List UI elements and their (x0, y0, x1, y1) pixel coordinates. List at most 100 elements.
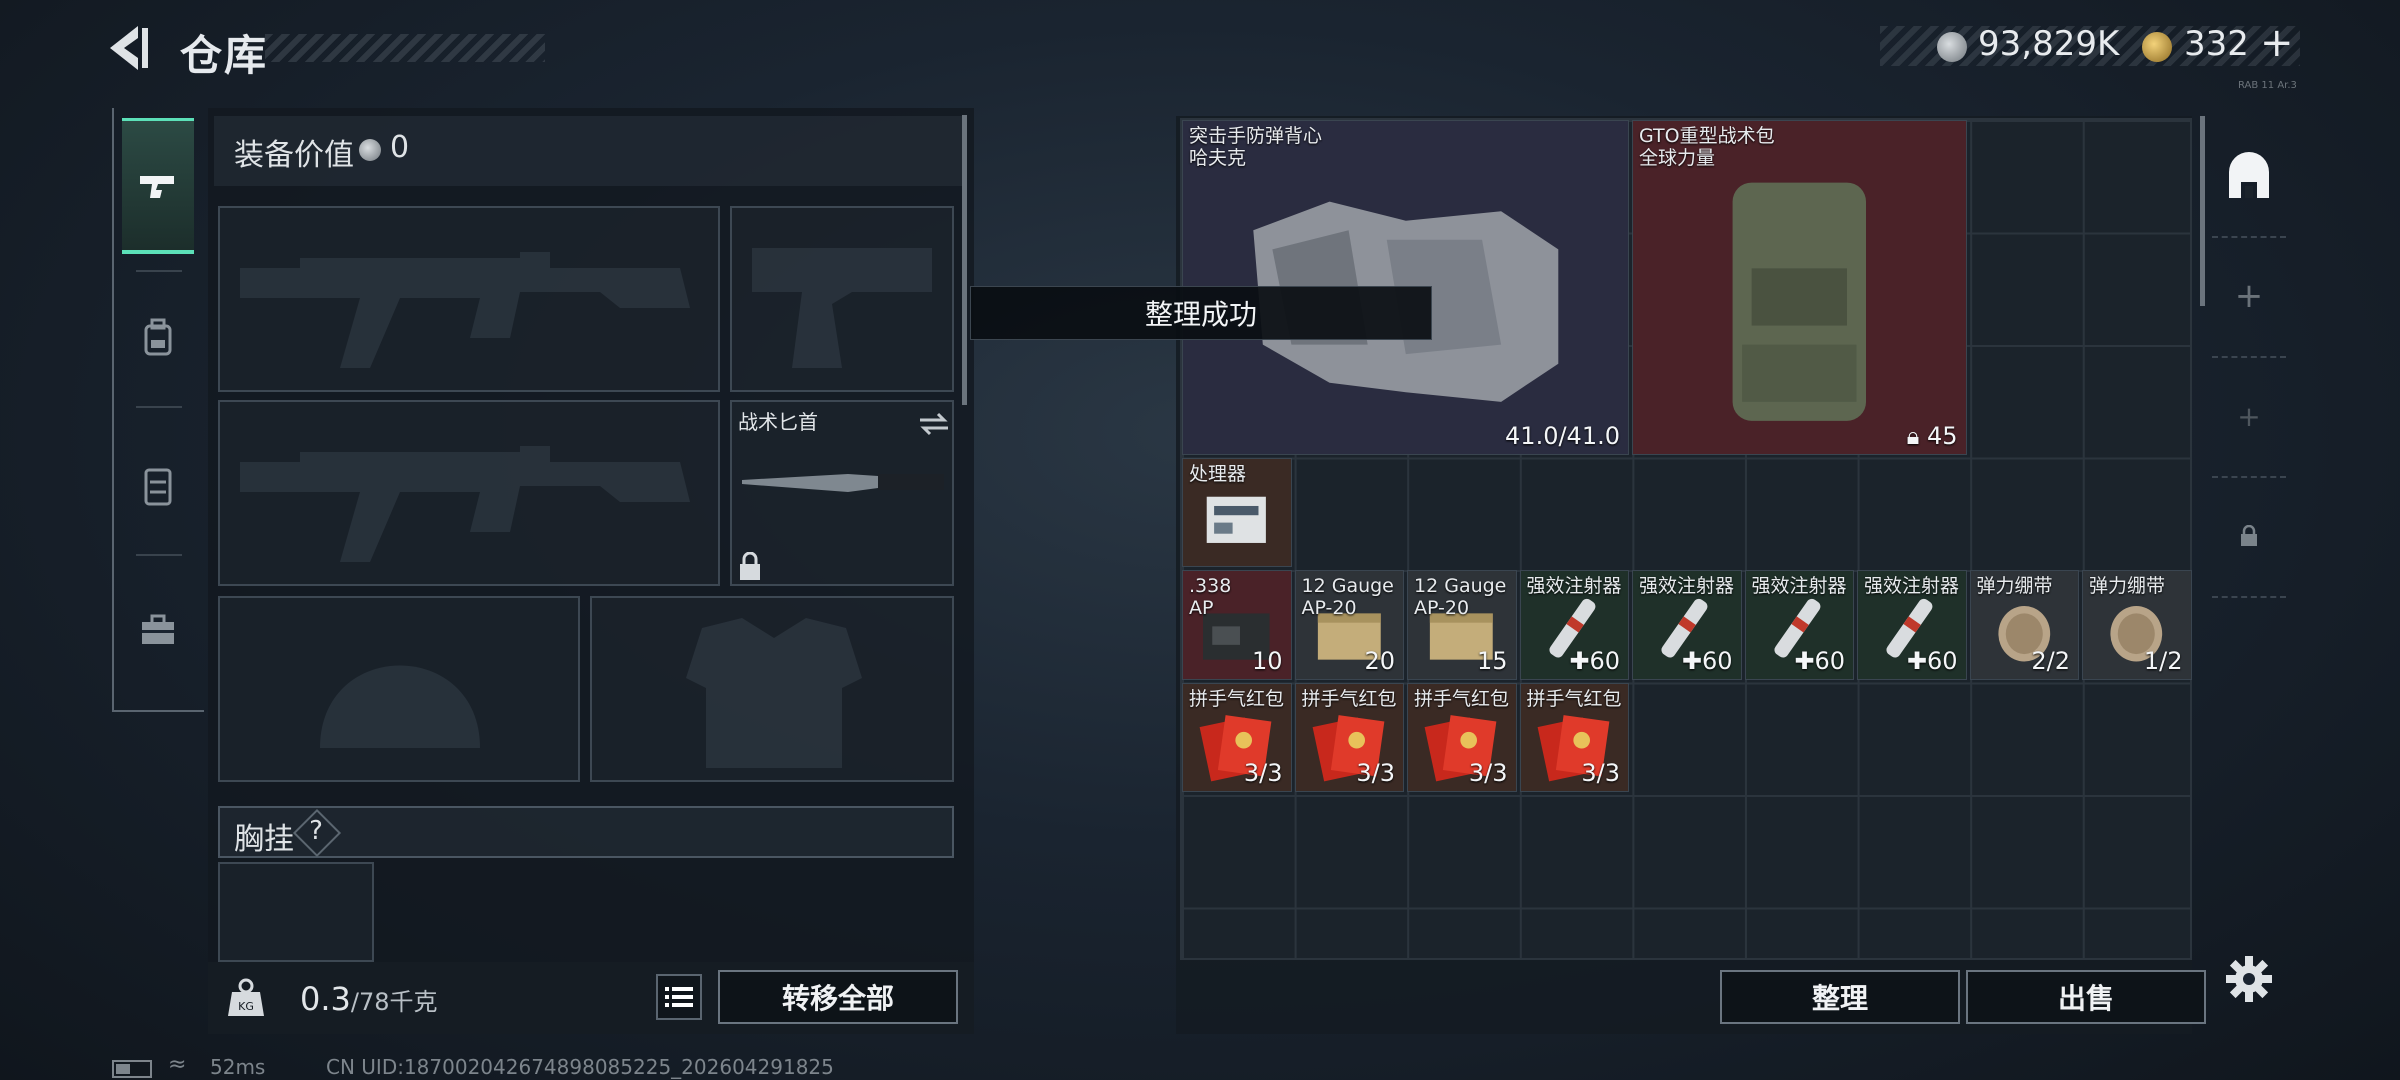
secondary-weapon-slot[interactable] (218, 400, 720, 586)
transfer-all-button[interactable]: 转移全部 (718, 970, 958, 1024)
item-count: 10 (1251, 646, 1283, 675)
item-count: 1/2 (2143, 646, 2183, 675)
armor-slot[interactable] (590, 596, 954, 782)
list-view-button[interactable] (656, 974, 702, 1020)
title-decoration (265, 34, 545, 62)
lock-icon (2241, 525, 2257, 546)
equipment-scrollbar[interactable] (962, 115, 967, 405)
item-count: 3/3 (1356, 759, 1395, 787)
gold-currency-value: 332 (2184, 24, 2249, 64)
rail-add-page-button[interactable]: + (2212, 246, 2286, 346)
item-count: 🔒︎ 45 (1906, 421, 1958, 450)
backpack-item[interactable]: GTO重型战术包 全球力量 🔒︎ 45 (1632, 120, 1967, 455)
vest-icon (144, 468, 172, 506)
add-currency-button[interactable]: + (2260, 20, 2294, 66)
ammo-crate-item[interactable]: 12 Gauge AP-20 20 (1294, 570, 1404, 680)
red-packet-item[interactable]: 拼手气红包 3/3 (1294, 682, 1404, 792)
item-name: 12 Gauge AP-20 (1414, 575, 1507, 619)
silver-currency-value: 93,829K (1978, 24, 2120, 64)
wifi-icon: ≈ (168, 1052, 187, 1077)
helmet-slot[interactable] (218, 596, 580, 782)
item-count: ✚60 (1794, 646, 1845, 675)
processor-item[interactable]: 处理器 (1182, 457, 1292, 567)
weight-max: /78千克 (350, 988, 438, 1016)
red-packet-item[interactable]: 拼手气红包 3/3 (1519, 682, 1629, 792)
rail-locked-page[interactable] (2212, 486, 2286, 586)
injector-item[interactable]: 强效注射器 ✚60 (1744, 570, 1854, 680)
melee-slot-title: 战术匕首 (738, 410, 818, 434)
chest-rig-label: 胸挂 (234, 822, 294, 857)
coin-icon (359, 139, 381, 161)
backpack-icon (1653, 154, 1946, 440)
rail-stash-home[interactable] (2212, 126, 2286, 226)
item-name: GTO重型战术包 全球力量 (1639, 125, 1775, 169)
item-name: 弹力绷带 (1976, 575, 2053, 597)
item-name: 强效注射器 (1864, 575, 1960, 597)
primary-weapon-slot[interactable] (218, 206, 720, 392)
injector-item[interactable]: 强效注射器 ✚60 (1632, 570, 1742, 680)
item-count: 2/2 (2031, 646, 2070, 675)
sidearm-slot[interactable] (730, 206, 954, 392)
item-count: 3/3 (1243, 759, 1283, 787)
item-name: 突击手防弹背心 哈夫克 (1189, 125, 1323, 169)
pistol-icon (140, 175, 174, 198)
list-icon (665, 987, 693, 1007)
backpack-icon (144, 318, 172, 356)
bandage-item[interactable]: 弹力绷带 1/2 (2082, 570, 2192, 680)
settings-gear-icon[interactable] (2224, 954, 2274, 1004)
red-packet-item[interactable]: 拼手气红包 3/3 (1407, 682, 1517, 792)
rifle-silhouette-icon (240, 446, 690, 562)
item-count: 3/3 (1581, 759, 1620, 787)
item-count: 15 (1476, 646, 1508, 675)
tab-vest[interactable] (122, 418, 194, 554)
rail-add-page-button-2[interactable]: + (2212, 366, 2286, 466)
ammo-crate-item[interactable]: 12 Gauge AP-20 15 (1407, 570, 1517, 680)
swap-icon[interactable] (918, 410, 950, 438)
item-name: .338 AP (1189, 575, 1232, 619)
item-name: 强效注射器 (1526, 575, 1622, 597)
back-arrow-icon[interactable] (108, 24, 152, 72)
stash-home-icon (2229, 152, 2269, 198)
lock-icon (740, 552, 760, 580)
equipment-value: 0 (390, 130, 410, 165)
chest-rig-slot[interactable] (218, 862, 374, 962)
user-uid: CN UID:18700204267489808​5225_2026042918… (326, 1055, 834, 1079)
tab-backpack[interactable] (122, 270, 194, 406)
chest-help-button[interactable]: ? (306, 816, 326, 846)
pistol-silhouette-icon (752, 248, 932, 368)
red-packet-item[interactable]: 拼手气红包 3/3 (1182, 682, 1292, 792)
page-title: 仓库 (180, 31, 269, 80)
item-name: 强效注射器 (1751, 575, 1847, 597)
weight-readout: 0.3/78千克 (300, 980, 438, 1018)
ammo-box-item[interactable]: .338 AP 10 (1182, 570, 1292, 680)
item-count: ✚60 (1569, 646, 1620, 675)
item-count: 3/3 (1468, 759, 1508, 787)
melee-slot[interactable]: 战术匕首 (730, 400, 954, 586)
kg-weight-icon: KG (228, 978, 264, 1016)
injector-item[interactable]: 强效注射器 ✚60 (1519, 570, 1629, 680)
stash-scrollbar[interactable] (2200, 116, 2205, 306)
weight-current: 0.3 (300, 980, 351, 1018)
toast-message: 整理成功 (970, 286, 1432, 340)
tab-toolbox[interactable] (122, 562, 194, 698)
tab-weapons[interactable] (122, 118, 194, 254)
bandage-item[interactable]: 弹力绷带 2/2 (1969, 570, 2079, 680)
item-name: 处理器 (1189, 462, 1247, 485)
version-tag: RAB 11 Ar.3 (2238, 80, 2297, 91)
item-count: 20 (1364, 646, 1395, 675)
item-count: ✚60 (1906, 646, 1958, 675)
item-name: 拼手气红包 (1301, 687, 1397, 710)
item-name: 强效注射器 (1639, 575, 1735, 597)
sort-button[interactable]: 整理 (1720, 970, 1960, 1024)
sell-button[interactable]: 出售 (1966, 970, 2206, 1024)
item-name: 拼手气红包 (1189, 687, 1285, 710)
helmet-silhouette-icon (320, 665, 480, 748)
item-count: ✚60 (1681, 646, 1733, 675)
item-name: 弹力绷带 (2089, 575, 2166, 597)
armor-silhouette-icon (686, 618, 862, 768)
item-name: 12 Gauge AP-20 (1301, 575, 1394, 619)
silver-coin-icon (1937, 32, 1967, 62)
svg-text:KG: KG (238, 1000, 254, 1013)
gold-coin-icon (2142, 32, 2172, 62)
injector-item[interactable]: 强效注射器 ✚60 (1857, 570, 1967, 680)
